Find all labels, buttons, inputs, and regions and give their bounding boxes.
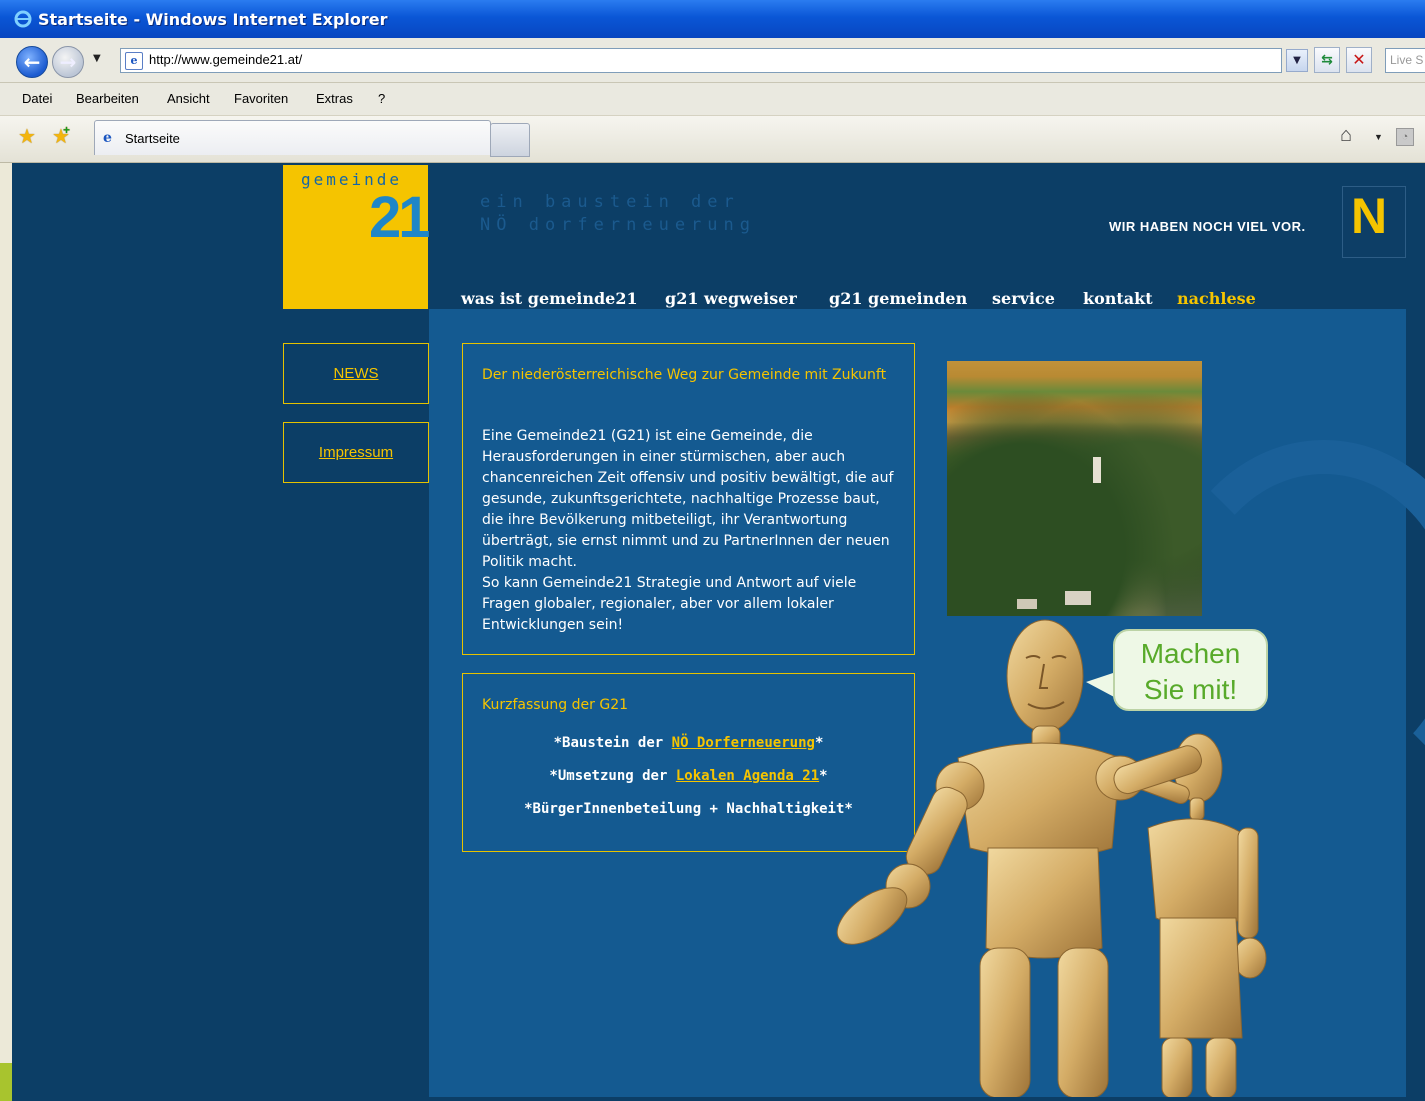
nav-g21-gemeinden[interactable]: g21 gemeinden [829, 289, 967, 308]
address-toolbar: ← → ▼ e http://www.gemeinde21.at/ ▼ ⇆ ✕ … [0, 38, 1425, 83]
new-tab-button[interactable] [490, 123, 530, 157]
favorites-tab-bar: ★ ★ + e Startseite ⌂ ▼ ◔ [0, 116, 1425, 163]
address-field[interactable]: e http://www.gemeinde21.at/ [120, 48, 1282, 73]
tagline-line2: NÖ dorferneuerung [480, 215, 756, 235]
nav-kontakt[interactable]: kontakt [1083, 289, 1153, 308]
tab-startseite[interactable]: e Startseite [94, 120, 491, 155]
ie-logo-icon [14, 10, 32, 28]
forward-button[interactable]: → [52, 46, 84, 78]
menu-help[interactable]: ? [378, 91, 385, 106]
taskbar-fragment [0, 1063, 12, 1101]
menu-datei[interactable]: Datei [22, 91, 52, 106]
house [1017, 599, 1037, 609]
history-dropdown-icon[interactable]: ▼ [93, 53, 101, 64]
page-bottom-strip [12, 1097, 1425, 1101]
agenda21-link[interactable]: Lokalen Agenda 21 [676, 768, 819, 784]
intro-text-2: So kann Gemeinde21 Strategie und Antwort… [482, 575, 857, 633]
menu-favoriten[interactable]: Favoriten [234, 91, 288, 106]
intro-box: Der niederösterreichische Weg zur Gemein… [462, 343, 915, 655]
sidebar-news[interactable]: NEWS [283, 343, 429, 404]
summary-line-1-suffix: * [814, 735, 824, 751]
second-figure [1130, 733, 1267, 1098]
back-button[interactable]: ← [16, 46, 48, 78]
logo-number: 21 [369, 185, 430, 250]
add-favorite-icon[interactable]: ★ + [52, 123, 70, 149]
church-tower [1093, 457, 1101, 483]
noe-logo-letter: N [1351, 188, 1388, 244]
home-dropdown-icon[interactable]: ▼ [1374, 132, 1383, 142]
bubble-line-1: Machen [1140, 638, 1241, 669]
refresh-button[interactable]: ⇆ [1314, 47, 1340, 73]
menu-bearbeiten[interactable]: Bearbeiten [76, 91, 139, 106]
intro-text: Eine Gemeinde21 (G21) ist eine Gemeinde,… [482, 428, 894, 570]
nav-nachlese[interactable]: nachlese [1177, 289, 1256, 308]
sidebar-news-link[interactable]: NEWS [334, 365, 379, 382]
menu-bar: Datei Bearbeiten Ansicht Favoriten Extra… [0, 83, 1425, 116]
address-text: http://www.gemeinde21.at/ [149, 52, 303, 67]
noe-logo[interactable]: N [1342, 186, 1406, 258]
summary-line-1-prefix: *Baustein der [553, 735, 672, 751]
page-icon: e [125, 52, 143, 70]
tab-page-icon: e [103, 130, 112, 146]
favorites-star-icon[interactable]: ★ [18, 124, 36, 149]
window-title: Startseite - Windows Internet Explorer [38, 10, 388, 29]
stop-button[interactable]: ✕ [1346, 47, 1372, 73]
forward-arrow-icon: → [59, 50, 77, 74]
speech-bubble: Machen Sie mit! [1113, 629, 1268, 711]
window-left-edge [0, 163, 12, 1101]
back-arrow-icon: ← [23, 50, 41, 74]
tagline-line1: ein baustein der [480, 192, 740, 212]
summary-line-2-suffix: * [819, 768, 828, 784]
tab-label: Startseite [125, 131, 180, 146]
search-input[interactable]: Live S [1385, 48, 1425, 73]
home-icon[interactable]: ⌂ [1340, 124, 1352, 147]
intro-body: Eine Gemeinde21 (G21) ist eine Gemeinde,… [482, 426, 902, 636]
sidebar-impressum-link[interactable]: Impressum [319, 444, 393, 461]
nav-g21-wegweiser[interactable]: g21 wegweiser [665, 289, 797, 308]
address-dropdown-button[interactable]: ▼ [1286, 49, 1308, 72]
nav-service[interactable]: service [992, 289, 1055, 308]
bubble-line-2: Sie mit! [1143, 674, 1238, 705]
summary-line-2-prefix: *Umsetzung der [549, 768, 676, 784]
tagline: ein baustein der NÖ dorferneuerung [480, 191, 756, 237]
village-photo [947, 361, 1202, 616]
window-titlebar: Startseite - Windows Internet Explorer [0, 0, 1425, 38]
sidebar-impressum[interactable]: Impressum [283, 422, 429, 483]
menu-extras[interactable]: Extras [316, 91, 353, 106]
dorferneuerung-link[interactable]: NÖ Dorferneuerung [672, 735, 815, 751]
feed-icon[interactable]: ◔ [1396, 128, 1414, 146]
house [1065, 591, 1091, 605]
nav-was-ist-gemeinde21[interactable]: was ist gemeinde21 [461, 289, 638, 308]
intro-title: Der niederösterreichische Weg zur Gemein… [482, 367, 887, 383]
speech-bubble-tail [1086, 672, 1116, 698]
menu-ansicht[interactable]: Ansicht [167, 91, 210, 106]
slogan: WIR HABEN NOCH VIEL VOR. [1109, 219, 1306, 234]
